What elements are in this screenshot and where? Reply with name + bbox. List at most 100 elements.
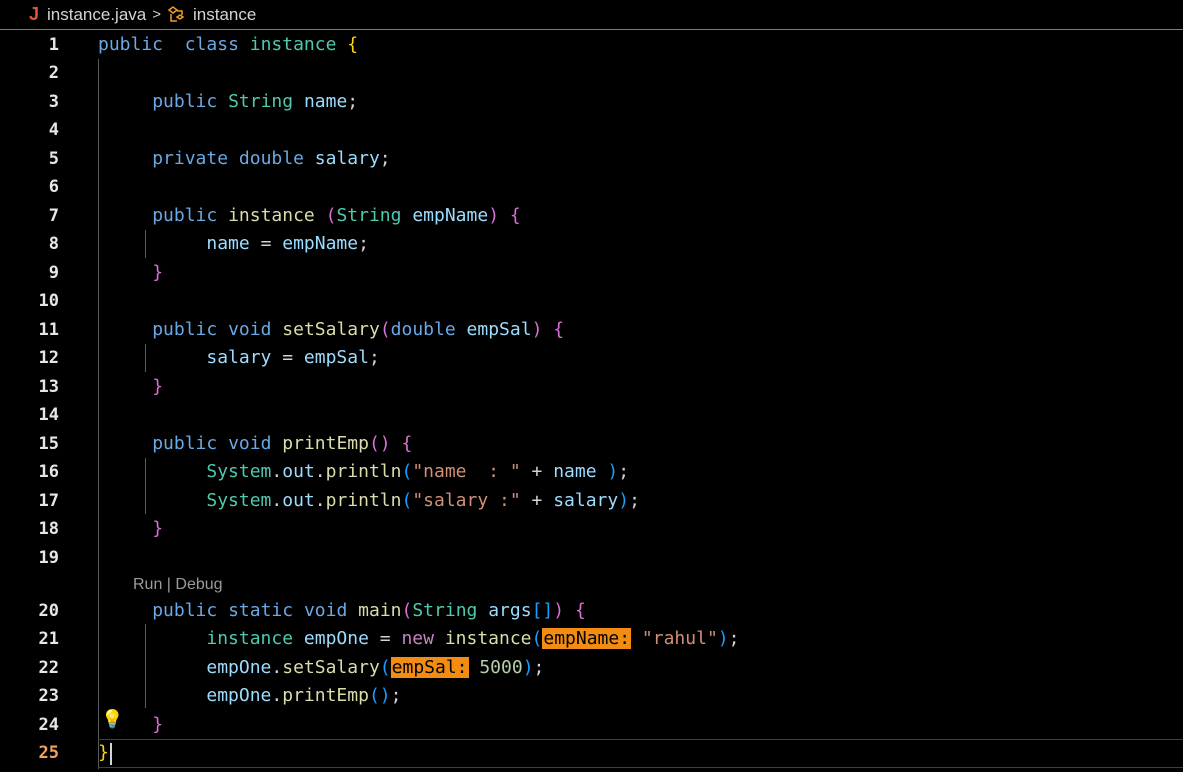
code-token: ) — [531, 319, 543, 340]
code-token: printEmp — [282, 433, 369, 454]
code-line[interactable]: 14 — [0, 401, 1183, 429]
line-number: 11 — [38, 320, 59, 340]
code-token: println — [325, 461, 402, 482]
code-token: empName — [412, 205, 489, 226]
code-text[interactable]: private double salary; — [98, 145, 390, 173]
code-token: ( — [379, 657, 391, 678]
code-text[interactable]: } — [98, 373, 163, 401]
code-text[interactable]: } — [98, 259, 163, 287]
code-line[interactable]: 22 empOne.setSalary(empSal: 5000); — [0, 654, 1183, 682]
code-text[interactable]: public instance (String empName) { — [98, 202, 521, 230]
breadcrumb-class[interactable]: instance — [193, 5, 256, 25]
code-text[interactable]: public static void main(String args[]) { — [98, 597, 586, 625]
code-line[interactable]: 3 public String name; — [0, 88, 1183, 116]
code-token: out — [282, 461, 315, 482]
code-line[interactable]: 5 private double salary; — [0, 145, 1183, 173]
code-token: } — [98, 742, 109, 763]
code-text[interactable]: } — [98, 711, 163, 739]
code-token: ; — [358, 233, 369, 254]
code-token: public — [152, 600, 218, 621]
code-token: public — [152, 205, 218, 226]
code-text[interactable]: public class instance { — [98, 31, 358, 59]
code-text[interactable]: } — [98, 739, 109, 767]
code-token: void — [228, 319, 272, 340]
code-token: instance — [444, 628, 532, 649]
code-token: . — [271, 490, 283, 511]
line-number: 16 — [38, 462, 59, 482]
code-line[interactable]: 8 name = empName; — [0, 230, 1183, 258]
code-line[interactable]: 6 — [0, 173, 1183, 201]
code-line[interactable]: 4 — [0, 116, 1183, 144]
code-line[interactable]: 11 public void setSalary(double empSal) … — [0, 316, 1183, 344]
code-line[interactable]: 9 } — [0, 259, 1183, 287]
code-text[interactable]: System.out.println("name : " + name ); — [98, 458, 629, 486]
code-line[interactable]: 24 } — [0, 711, 1183, 739]
code-text[interactable]: instance empOne = new instance(empName: … — [98, 625, 739, 653]
code-text[interactable]: } — [98, 515, 163, 543]
line-number: 22 — [38, 658, 59, 678]
java-file-icon: J — [29, 4, 40, 24]
code-text[interactable]: salary = empSal; — [98, 344, 379, 372]
code-token: + — [520, 490, 554, 511]
code-token: empName — [282, 233, 359, 254]
code-line[interactable]: 1 public class instance { — [0, 31, 1183, 59]
code-token: name — [303, 91, 348, 112]
code-line[interactable]: 21 instance empOne = new instance(empNam… — [0, 625, 1183, 653]
code-token: ( — [379, 319, 391, 340]
code-token: public — [98, 34, 164, 55]
code-token: salary — [314, 148, 380, 169]
code-text[interactable]: public String name; — [98, 88, 358, 116]
code-token: name — [206, 233, 250, 254]
code-line[interactable]: 12 salary = empSal; — [0, 344, 1183, 372]
code-line[interactable]: 7 public instance (String empName) { — [0, 202, 1183, 230]
code-token: public — [152, 91, 218, 112]
code-token: "rahul" — [641, 628, 718, 649]
code-text[interactable]: empOne.printEmp(); — [98, 682, 401, 710]
code-line[interactable]: 20 public static void main(String args[]… — [0, 597, 1183, 625]
code-token: . — [314, 490, 326, 511]
breadcrumb-file[interactable]: instance.java — [47, 5, 146, 25]
code-token: . — [271, 657, 283, 678]
code-token: public — [152, 433, 218, 454]
code-token: instance — [206, 628, 294, 649]
code-token: { — [553, 319, 565, 340]
code-token: args — [488, 600, 532, 621]
code-line[interactable]: 18 } — [0, 515, 1183, 543]
code-text[interactable]: System.out.println("salary :" + salary); — [98, 487, 640, 515]
code-text[interactable]: public void printEmp() { — [98, 430, 412, 458]
code-line[interactable]: 25} — [0, 739, 1183, 767]
code-line[interactable]: 23 empOne.printEmp(); — [0, 682, 1183, 710]
code-line[interactable]: 19 — [0, 544, 1183, 572]
code-line[interactable]: 2 — [0, 59, 1183, 87]
code-line[interactable]: 13 } — [0, 373, 1183, 401]
code-line[interactable]: 16 System.out.println("name : " + name )… — [0, 458, 1183, 486]
code-editor[interactable]: Run | Debug 💡 1 public class instance {2 3… — [0, 31, 1183, 772]
code-text[interactable]: name = empName; — [98, 230, 369, 258]
code-text[interactable]: empOne.setSalary(empSal: 5000); — [98, 654, 544, 682]
line-number: 10 — [38, 291, 59, 311]
code-token: ( — [401, 461, 413, 482]
code-token: name — [553, 461, 597, 482]
code-line[interactable]: 10 — [0, 287, 1183, 315]
code-line[interactable]: 15 public void printEmp() { — [0, 430, 1183, 458]
code-token: main — [358, 600, 402, 621]
line-number: 1 — [48, 35, 59, 55]
code-token: ) — [553, 600, 565, 621]
code-line[interactable]: 17 System.out.println("salary :" + salar… — [0, 487, 1183, 515]
code-text[interactable]: public void setSalary(double empSal) { — [98, 316, 564, 344]
run-debug-codelens[interactable]: Run | Debug — [133, 571, 223, 599]
